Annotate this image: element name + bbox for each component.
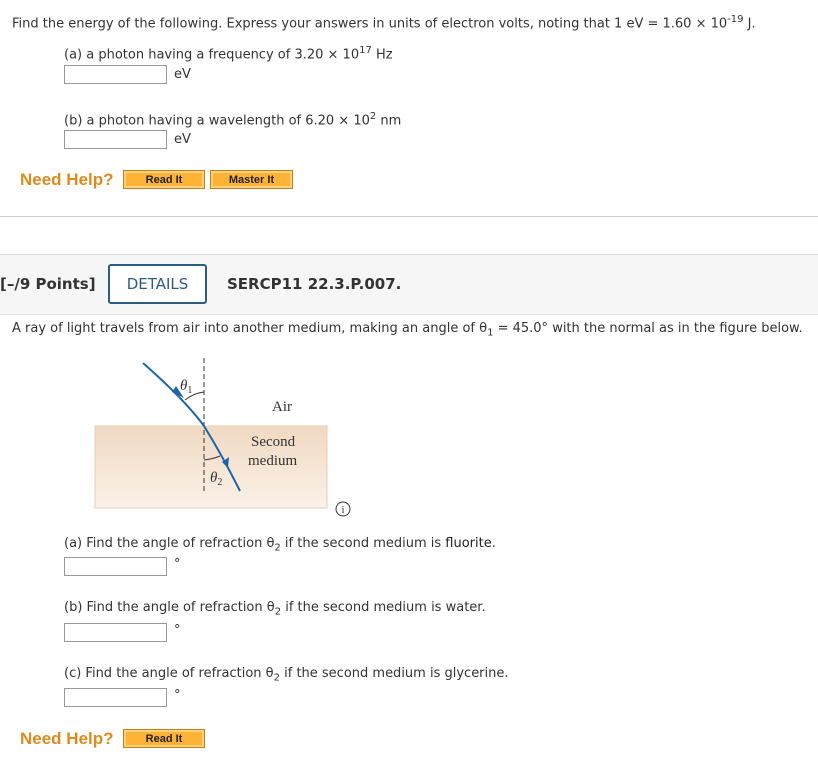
t: (b) Find the angle of refraction θ — [64, 600, 275, 615]
t: if the second medium is — [279, 666, 445, 681]
svg-text:i: i — [341, 504, 344, 516]
t: . — [504, 666, 509, 681]
q2-part-a: (a) Find the angle of refraction θ2 if t… — [64, 536, 496, 554]
t: water — [445, 600, 482, 615]
answer-input-fluorite[interactable] — [64, 557, 167, 576]
t: if the second medium is — [280, 536, 446, 551]
q2-part-b: (b) Find the angle of refraction θ2 if t… — [64, 600, 486, 618]
t: glycerine — [444, 666, 505, 681]
t: fluorite — [445, 536, 492, 551]
t: nm — [376, 113, 402, 129]
q2-part-c: (c) Find the angle of refraction θ2 if t… — [64, 666, 509, 684]
need-help-label: Need Help? — [20, 729, 114, 748]
medium-label: medium — [248, 453, 297, 469]
answer-input-glycerine[interactable] — [64, 688, 167, 707]
medium-label: Second — [251, 434, 296, 450]
air-label: Air — [272, 399, 292, 415]
t: . — [491, 536, 496, 551]
theta1-label: θ1 — [180, 378, 192, 396]
t: (c) Find the angle of refraction θ — [64, 666, 274, 681]
t: if the second medium is — [281, 600, 446, 615]
degree-unit: ° — [174, 688, 181, 703]
t: . — [481, 600, 486, 615]
answer-input-water[interactable] — [64, 623, 167, 642]
refraction-figure: θ1 θ2 Air Second medium i — [94, 358, 351, 517]
degree-unit: ° — [174, 623, 181, 638]
t: = 45.0° with the normal as in the figure… — [493, 321, 803, 336]
t: (a) Find the angle of refraction θ — [64, 536, 275, 551]
info-icon[interactable]: i — [335, 501, 351, 517]
t: -19 — [727, 14, 744, 25]
read-it-button[interactable]: Read It — [123, 729, 205, 748]
t: 17 — [359, 45, 372, 56]
t: J. — [743, 16, 756, 32]
degree-unit: ° — [174, 557, 181, 572]
t: Hz — [371, 47, 393, 63]
